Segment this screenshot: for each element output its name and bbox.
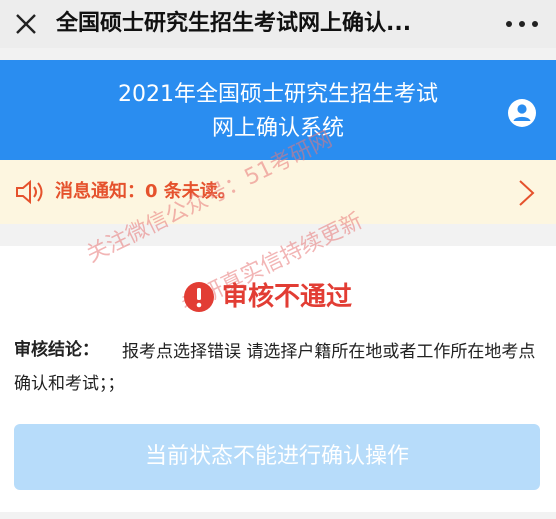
- review-result-value: 报考点选择错误 请选择户籍所在地或者工作所在地考点确认和考试；；: [14, 342, 536, 394]
- window-title: 全国硕士研究生招生考试网上确认...: [56, 11, 412, 36]
- more-icon[interactable]: [506, 18, 538, 30]
- chevron-right-icon[interactable]: [515, 178, 537, 208]
- banner-title-line2: 网上确认系统: [211, 116, 344, 141]
- close-icon[interactable]: [12, 10, 40, 38]
- user-icon[interactable]: [507, 98, 537, 128]
- notice-text: 消息通知：0 条未读。: [55, 181, 236, 202]
- banner-title-line1: 2021年全国硕士研究生招生考试: [118, 82, 438, 107]
- review-status: 审核不通过: [222, 282, 353, 312]
- speaker-icon: [16, 179, 43, 205]
- error-icon: [184, 282, 214, 312]
- confirm-action-button[interactable]: 当前状态不能进行确认操作: [14, 424, 540, 490]
- top-bar: 全国硕士研究生招生考试网上确认...: [0, 0, 556, 48]
